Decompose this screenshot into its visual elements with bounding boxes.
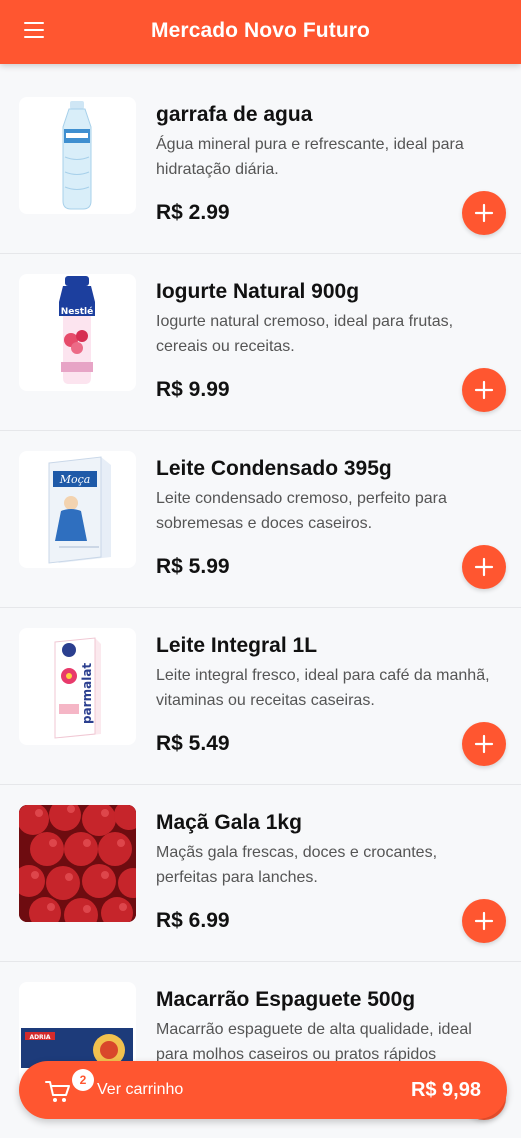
product-name: Leite Condensado 395g (156, 457, 392, 480)
product-name: Iogurte Natural 900g (156, 280, 360, 303)
cart-count-badge: 2 (72, 1069, 94, 1091)
page-title: Mercado Novo Futuro (151, 19, 370, 42)
product-price: R$ 2.99 (156, 201, 230, 224)
product-description: Iogurte natural cremoso, ideal para frut… (156, 313, 454, 355)
product-item: garrafa de agua Água mineral pura e refr… (0, 77, 521, 254)
product-name: Maçã Gala 1kg (156, 811, 302, 834)
product-item: Nestlé Iogurte Natural 900g Iogurte natu… (0, 254, 521, 431)
plus-icon (474, 911, 494, 931)
product-list: garrafa de agua Água mineral pura e refr… (0, 77, 521, 1138)
add-to-cart-button[interactable] (462, 899, 506, 943)
brand-logo: Moça (59, 473, 91, 486)
milk-carton-image: parmalat (19, 628, 136, 745)
app-header: Mercado Novo Futuro (0, 0, 521, 64)
brand-logo: ADRIA (29, 1034, 50, 1041)
plus-icon (474, 380, 494, 400)
brand-logo: parmalat (80, 663, 94, 724)
add-to-cart-button[interactable] (462, 191, 506, 235)
product-item: Moça Leite Condensado 395g Leite condens… (0, 431, 521, 608)
product-description: Macarrão espaguete de alta qualidade, id… (156, 1021, 472, 1063)
product-price: R$ 6.99 (156, 909, 230, 932)
cart-total: R$ 9,98 (410, 1079, 481, 1101)
cart-label: Ver carrinho (97, 1081, 184, 1098)
shopping-cart-icon (45, 1081, 70, 1102)
yogurt-bottle-image: Nestlé (19, 274, 136, 391)
product-name: Leite Integral 1L (156, 634, 318, 657)
view-cart-button[interactable]: 2 Ver carrinho R$ 9,98 (19, 1061, 507, 1119)
plus-icon (474, 203, 494, 223)
product-name: garrafa de agua (156, 103, 313, 126)
product-item: parmalat Leite Integral 1L Leite integra… (0, 608, 521, 785)
add-to-cart-button[interactable] (462, 368, 506, 412)
red-apples-image (19, 805, 136, 922)
product-description: Maçãs gala frescas, doces e crocantes, p… (156, 844, 438, 886)
add-to-cart-button[interactable] (462, 545, 506, 589)
condensed-milk-box-image: Moça (19, 451, 136, 568)
add-to-cart-button[interactable] (462, 722, 506, 766)
plus-icon (474, 734, 494, 754)
water-bottle-image (19, 97, 136, 214)
product-price: R$ 9.99 (156, 378, 230, 401)
product-description: Leite condensado cremoso, perfeito para … (156, 490, 447, 532)
product-price: R$ 5.49 (156, 732, 230, 755)
brand-logo: Nestlé (61, 306, 93, 317)
plus-icon (474, 557, 494, 577)
product-item: Maçã Gala 1kg Maçãs gala frescas, doces … (0, 785, 521, 962)
product-name: Macarrão Espaguete 500g (156, 988, 416, 1011)
product-description: Água mineral pura e refrescante, ideal p… (156, 136, 464, 178)
product-description: Leite integral fresco, ideal para café d… (156, 667, 490, 709)
product-price: R$ 5.99 (156, 555, 230, 578)
